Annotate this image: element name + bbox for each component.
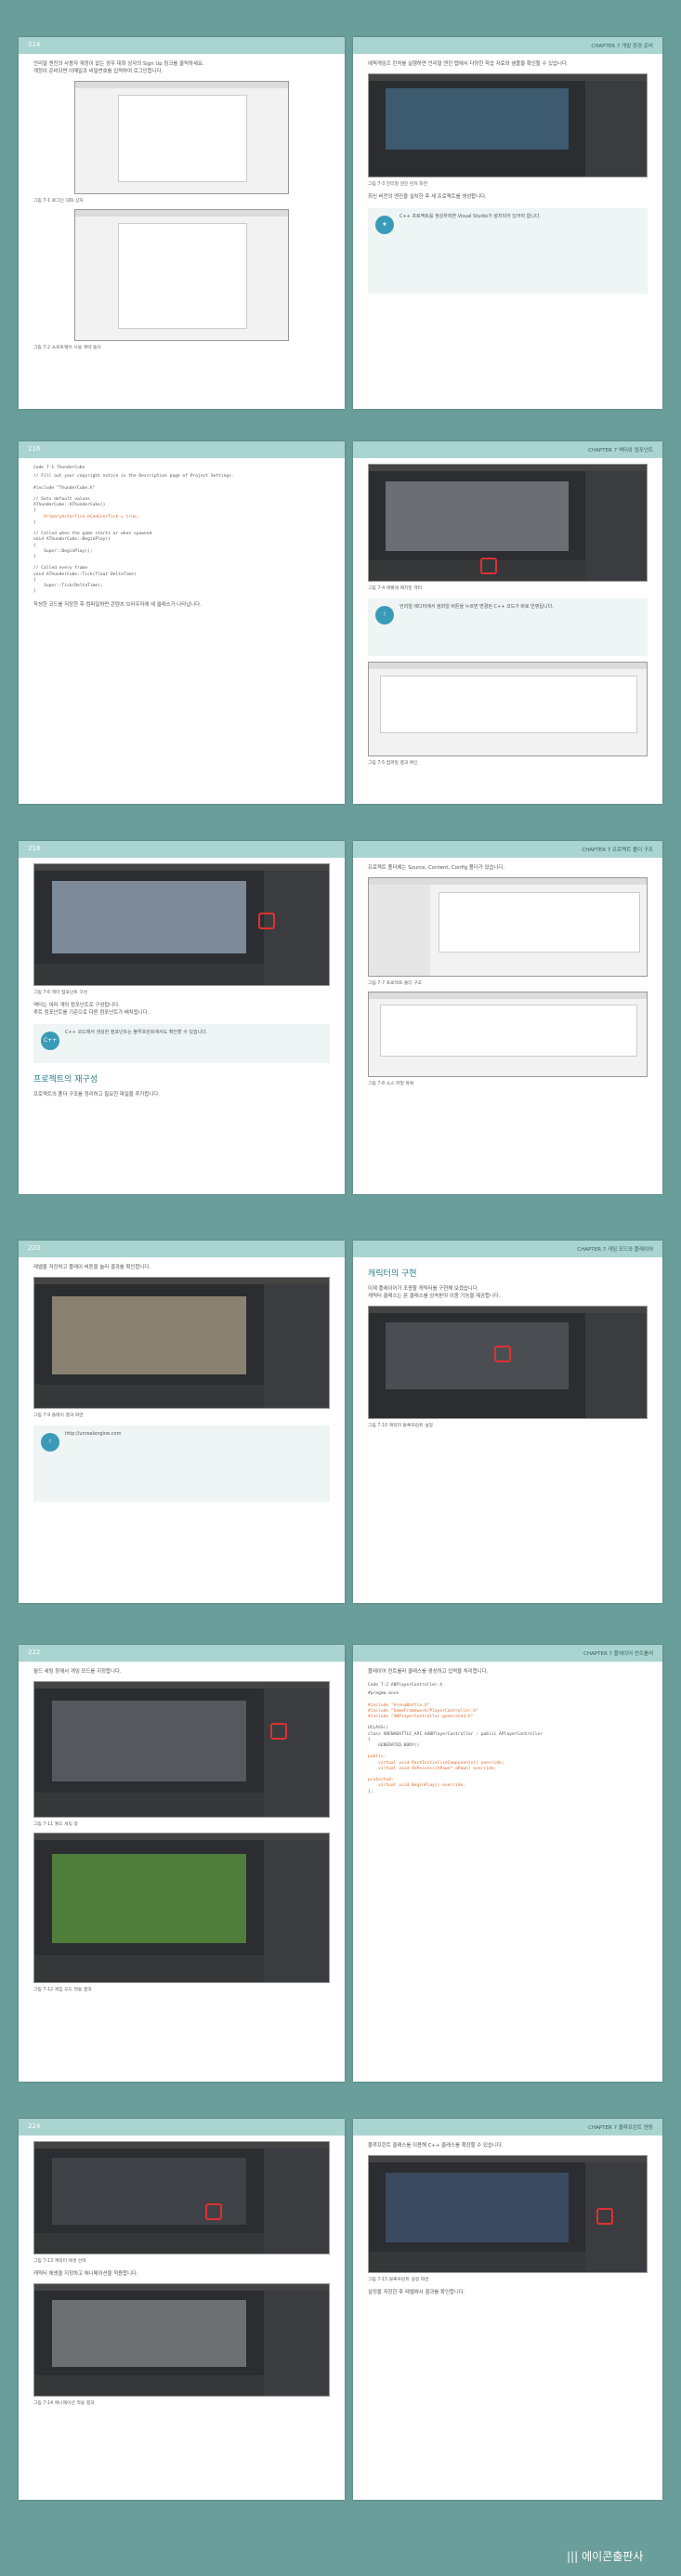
note-box: C++ C++ 코드에서 생성한 컴포넌트는 블루프린트에서도 확인할 수 있습…: [33, 1024, 330, 1063]
figure-caption: 그림 7-7 프로젝트 폴더 구조: [368, 981, 423, 986]
screenshot-login-dialog: [74, 81, 289, 194]
page-header: CHAPTER 7 게임 모드와 플레이어: [353, 1241, 662, 1257]
figure-caption: 그림 7-1 로그인 대화 상자: [33, 199, 84, 204]
page-header: 220: [19, 1241, 345, 1257]
body-text: 프로젝트 폴더에는 Source, Content, Config 폴더가 있습…: [368, 865, 505, 871]
screenshot-play-result: [33, 1277, 330, 1409]
screenshot-project-folder: [368, 877, 648, 977]
page-header: CHAPTER 7 프로젝트 폴더 구조: [353, 841, 662, 858]
note-box: ! http://unrealengine.com: [33, 1426, 330, 1502]
body-text: 월드 세팅 창에서 게임 모드를 지정합니다.: [33, 1669, 122, 1675]
page-header: 214: [19, 37, 345, 54]
page-header: 218: [19, 841, 345, 858]
page-225: CHAPTER 7 블루프린트 연동 블루프린트 클래스를 이용해 C++ 클래…: [353, 2119, 662, 2500]
cpp-icon: C++: [41, 1032, 59, 1050]
chapter-title: CHAPTER 7 게임 모드와 플레이어: [577, 1247, 653, 1253]
figure-caption: 그림 7-14 애니메이션 적용 결과: [33, 2401, 95, 2406]
screenshot-animation-result: [33, 2283, 330, 2397]
body-text: 이제 플레이어가 조종할 캐릭터를 구현해 보겠습니다. 캐릭터 클래스는 폰 …: [368, 1286, 501, 1299]
chapter-title: CHAPTER 7 블루프린트 연동: [588, 2125, 653, 2131]
page-number: 222: [28, 1649, 41, 1656]
body-text: 최신 버전의 엔진을 설치한 후 새 프로젝트를 생성합니다.: [368, 194, 487, 200]
page-217: CHAPTER 7 액터와 컴포넌트 그림 7-4 레벨에 배치된 액터 ! 언…: [353, 441, 662, 804]
chapter-title: CHAPTER 7 플레이어 컨트롤러: [583, 1651, 653, 1657]
page-214: 214 언리얼 엔진의 사용자 계정이 없는 경우 대화 상자의 Sign Up…: [19, 37, 345, 409]
body-text: 작성한 코드를 저장한 후 컴파일하면 콘텐츠 브라우저에 새 클래스가 나타납…: [33, 602, 202, 609]
screenshot-character-asset: [33, 2141, 330, 2254]
code-title: Code 7-1 ThunderCube: [33, 466, 85, 470]
info-icon: !: [41, 1433, 59, 1452]
publisher-logo: ||| 에이콘출판사: [567, 2548, 643, 2564]
page-header: CHAPTER 7 액터와 컴포넌트: [353, 441, 662, 458]
brand-mark-icon: |||: [567, 2550, 579, 2563]
body-text: 언리얼 엔진의 사용자 계정이 없는 경우 대화 상자의 Sign Up 링크를…: [33, 61, 204, 74]
body-text: 플레이어 컨트롤러 클래스를 생성하고 입력을 처리합니다.: [368, 1669, 489, 1675]
body-text: 캐릭터 에셋을 지정하고 애니메이션을 적용합니다.: [33, 2271, 138, 2277]
figure-caption: 그림 7-4 레벨에 배치된 액터: [368, 586, 423, 591]
figure-caption: 그림 7-6 액터 컴포넌트 구성: [33, 991, 88, 995]
page-header: 216: [19, 441, 345, 458]
page-number: 216: [28, 445, 41, 453]
figure-caption: 그림 7-5 컴파일 결과 확인: [368, 761, 418, 766]
chapter-title: CHAPTER 7 프로젝트 폴더 구조: [582, 848, 653, 853]
publisher-name: 에이콘출판사: [582, 2550, 644, 2563]
figure-caption: 그림 7-2 소프트웨어 사용 계약 동의: [33, 346, 101, 350]
screenshot-world-settings: [33, 1681, 330, 1818]
page-number: 218: [28, 845, 41, 852]
screenshot-level-actor: [368, 464, 648, 582]
figure-caption: 그림 7-10 캐릭터 블루프린트 설정: [368, 1424, 433, 1428]
page-216: 216 Code 7-1 ThunderCube // Fill out you…: [19, 441, 345, 804]
figure-caption: 그림 7-3 언리얼 엔진 런처 화면: [368, 182, 428, 187]
figure-caption: 그림 7-12 게임 모드 적용 결과: [33, 1988, 92, 1992]
screenshot-license-agreement: [74, 209, 289, 341]
page-number: 224: [28, 2123, 41, 2130]
screenshot-blueprint-settings: [368, 2155, 648, 2273]
chapter-title: CHAPTER 7 개발 환경 준비: [591, 44, 653, 49]
screenshot-source-files: [368, 992, 648, 1077]
code-block: #pragma once #include "ArenaBattle.h" #i…: [368, 1691, 543, 1794]
figure-caption: 그림 7-15 블루프린트 설정 화면: [368, 2278, 429, 2282]
page-header: 222: [19, 1645, 345, 1662]
figure-caption: 그림 7-13 캐릭터 에셋 선택: [33, 2259, 86, 2264]
body-text: 프로젝트의 폴더 구조를 정리하고 필요한 파일을 추가합니다.: [33, 1092, 160, 1097]
note-box: ! 언리얼 에디터에서 컴파일 버튼을 누르면 변경된 C++ 코드가 바로 반…: [368, 598, 648, 656]
section-heading: 프로젝트의 재구성: [33, 1075, 98, 1084]
info-icon: !: [375, 606, 394, 624]
figure-caption: 그림 7-9 플레이 결과 화면: [33, 1413, 84, 1418]
page-218: 218 그림 7-6 액터 컴포넌트 구성 액터는 여러 개의 컴포넌트로 구성…: [19, 841, 345, 1194]
page-221: CHAPTER 7 게임 모드와 플레이어 캐릭터의 구현 이제 플레이어가 조…: [353, 1241, 662, 1603]
figure-caption: 그림 7-11 월드 세팅 창: [33, 1822, 78, 1827]
page-number: 220: [28, 1244, 41, 1252]
chapter-title: CHAPTER 7 액터와 컴포넌트: [588, 448, 653, 453]
screenshot-gamemode-result: [33, 1833, 330, 1983]
note-box: ★ C++ 프로젝트를 생성하려면 Visual Studio가 설치되어 있어…: [368, 208, 648, 294]
page-header: 224: [19, 2119, 345, 2136]
page-223: CHAPTER 7 플레이어 컨트롤러 플레이어 컨트롤러 클래스를 생성하고 …: [353, 1645, 662, 2082]
page-215: CHAPTER 7 개발 환경 준비 에픽게임즈 런처를 실행하면 언리얼 엔진…: [353, 37, 662, 409]
code-block: // Fill out your copyright notice in the…: [33, 474, 234, 595]
code-title: Code 7-2 ABPlayerController.h: [368, 1683, 443, 1688]
body-text: 에픽게임즈 런처를 실행하면 언리얼 엔진 탭에서 다양한 학습 자료와 샘플을…: [368, 61, 569, 67]
info-icon: ★: [375, 216, 394, 234]
page-219: CHAPTER 7 프로젝트 폴더 구조 프로젝트 폴더에는 Source, C…: [353, 841, 662, 1194]
body-text: 블루프린트 클래스를 이용해 C++ 클래스를 확장할 수 있습니다.: [368, 2143, 504, 2149]
screenshot-actor-components: [33, 863, 330, 986]
page-number: 214: [28, 41, 41, 48]
page-header: CHAPTER 7 블루프린트 연동: [353, 2119, 662, 2136]
page-222: 222 월드 세팅 창에서 게임 모드를 지정합니다. 그림 7-11 월드 세…: [19, 1645, 345, 2082]
body-text: 레벨을 저장하고 플레이 버튼을 눌러 결과를 확인합니다.: [33, 1265, 151, 1270]
page-220: 220 레벨을 저장하고 플레이 버튼을 눌러 결과를 확인합니다. 그림 7-…: [19, 1241, 345, 1603]
page-header: CHAPTER 7 개발 환경 준비: [353, 37, 662, 54]
page-224: 224 그림 7-13 캐릭터 에셋 선택 캐릭터 에셋을 지정하고 애니메이션…: [19, 2119, 345, 2500]
figure-caption: 그림 7-8 소스 파일 목록: [368, 1082, 414, 1086]
page-header: CHAPTER 7 플레이어 컨트롤러: [353, 1645, 662, 1662]
screenshot-character-blueprint: [368, 1306, 648, 1419]
body-text: 설정을 저장한 후 레벨에서 결과를 확인합니다.: [368, 2290, 465, 2295]
screenshot-compile-result: [368, 662, 648, 756]
body-text: 액터는 여러 개의 컴포넌트로 구성됩니다. 루트 컴포넌트를 기준으로 다른 …: [33, 1003, 150, 1016]
screenshot-launcher: [368, 73, 648, 177]
section-heading: 캐릭터의 구현: [368, 1269, 417, 1279]
